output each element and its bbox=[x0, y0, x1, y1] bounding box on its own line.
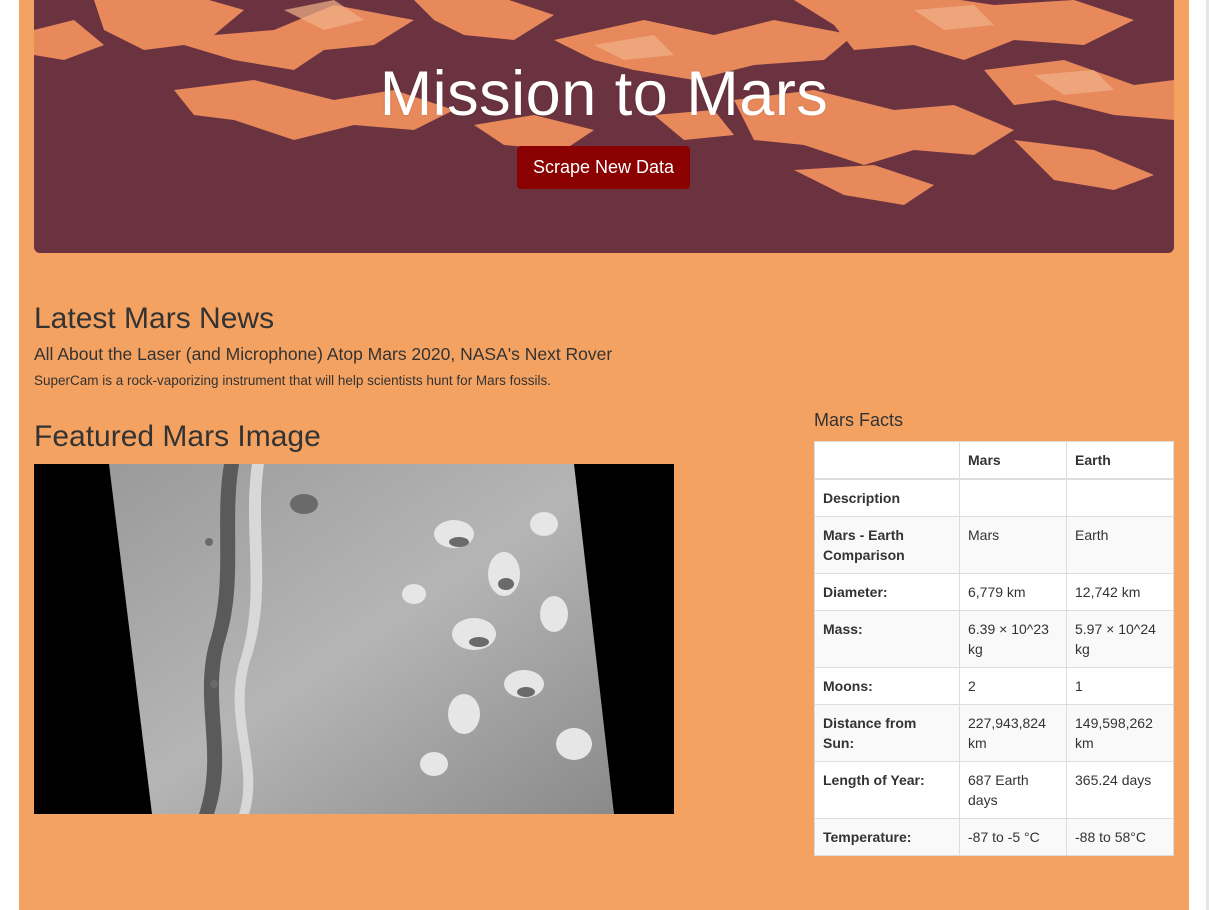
column-header bbox=[814, 441, 960, 480]
earth-value: 149,598,262 km bbox=[1066, 704, 1174, 762]
row-label: Mars - Earth Comparison bbox=[814, 516, 960, 574]
column-header: Earth bbox=[1066, 441, 1174, 480]
table-row: Length of Year: 687 Earth days 365.24 da… bbox=[814, 761, 1174, 819]
row-label: Moons: bbox=[814, 667, 960, 705]
mars-value: 227,943,824 km bbox=[959, 704, 1067, 762]
row-label: Temperature: bbox=[814, 818, 960, 856]
featured-mars-image bbox=[34, 464, 674, 814]
featured-image-heading: Featured Mars Image bbox=[34, 420, 321, 453]
earth-value: Earth bbox=[1066, 516, 1174, 574]
earth-value: 365.24 days bbox=[1066, 761, 1174, 819]
mars-value: 2 bbox=[959, 667, 1067, 705]
table-row: Moons: 2 1 bbox=[814, 667, 1174, 705]
mars-value: -87 to -5 °C bbox=[959, 818, 1067, 856]
earth-value: 5.97 × 10^24 kg bbox=[1066, 610, 1174, 668]
table-row: Temperature: -87 to -5 °C -88 to 58°C bbox=[814, 818, 1174, 856]
row-label: Length of Year: bbox=[814, 761, 960, 819]
page-container: Mission to Mars Scrape New Data Latest M… bbox=[19, 0, 1189, 910]
table-row: Mars - Earth Comparison Mars Earth bbox=[814, 516, 1174, 574]
mars-facts-table: Mars Earth Description Mars - Earth Comp… bbox=[814, 441, 1174, 856]
hero-banner: Mission to Mars Scrape New Data bbox=[34, 0, 1174, 253]
earth-value: 1 bbox=[1066, 667, 1174, 705]
table-header-row: Mars Earth bbox=[814, 441, 1174, 480]
earth-value bbox=[1066, 478, 1174, 517]
row-label: Distance from Sun: bbox=[814, 704, 960, 762]
mars-value bbox=[959, 478, 1067, 517]
mars-value: 6,779 km bbox=[959, 573, 1067, 611]
latest-news-heading: Latest Mars News bbox=[34, 302, 275, 335]
mars-value: 687 Earth days bbox=[959, 761, 1067, 819]
mars-value: Mars bbox=[959, 516, 1067, 574]
table-row: Distance from Sun: 227,943,824 km 149,59… bbox=[814, 704, 1174, 762]
news-paragraph: SuperCam is a rock-vaporizing instrument… bbox=[34, 373, 551, 388]
table-row: Description bbox=[814, 478, 1174, 517]
table-row: Diameter: 6,779 km 12,742 km bbox=[814, 573, 1174, 611]
mars-value: 6.39 × 10^23 kg bbox=[959, 610, 1067, 668]
row-label: Description bbox=[814, 478, 960, 517]
row-label: Diameter: bbox=[814, 573, 960, 611]
earth-value: -88 to 58°C bbox=[1066, 818, 1174, 856]
page-title: Mission to Mars bbox=[379, 59, 829, 129]
news-title: All About the Laser (and Microphone) Ato… bbox=[34, 344, 613, 364]
earth-value: 12,742 km bbox=[1066, 573, 1174, 611]
scrape-new-data-button[interactable]: Scrape New Data bbox=[517, 146, 690, 189]
column-header: Mars bbox=[959, 441, 1067, 480]
table-row: Mass: 6.39 × 10^23 kg 5.97 × 10^24 kg bbox=[814, 610, 1174, 668]
row-label: Mass: bbox=[814, 610, 960, 668]
mars-facts-heading: Mars Facts bbox=[814, 410, 904, 430]
